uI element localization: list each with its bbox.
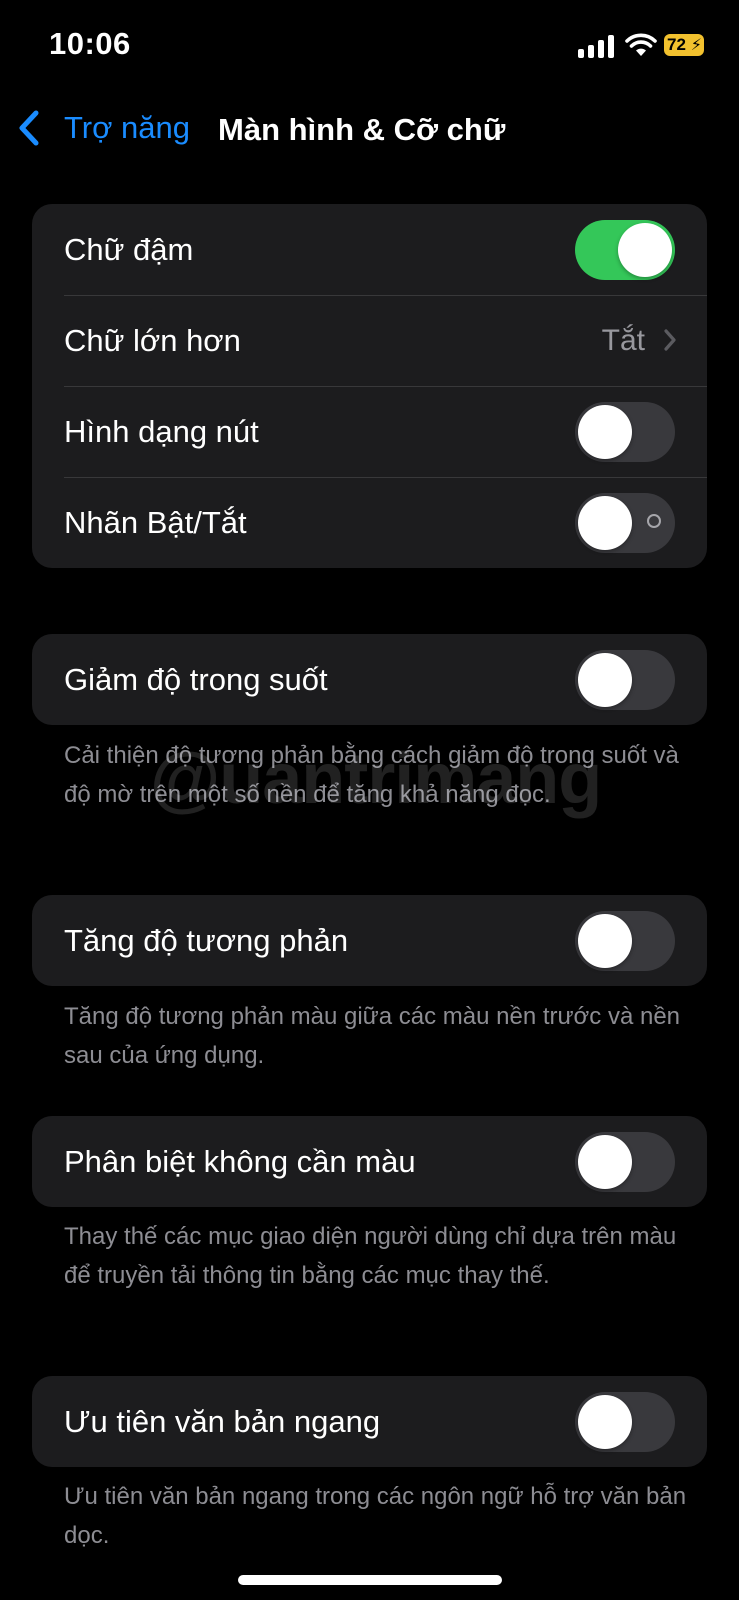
larger-text-label: Chữ lớn hơn (64, 322, 241, 358)
increase-contrast-label: Tăng độ tương phản (64, 922, 349, 958)
charging-bolt-icon: ⚡ (690, 37, 702, 54)
toggle-knob (578, 405, 632, 459)
off-label-ring-icon (647, 514, 661, 528)
toggle-knob (578, 1395, 632, 1449)
differentiate-without-color-toggle[interactable] (575, 1132, 675, 1192)
increase-contrast-group: Tăng độ tương phản (32, 895, 707, 986)
back-button[interactable]: Trợ năng (16, 108, 190, 148)
status-bar: 10:06 72 ⚡ (0, 0, 739, 90)
watermark-logo: @uantrimang (150, 739, 602, 819)
row-on-off-labels: Nhãn Bật/Tắt (32, 477, 707, 568)
prefer-horizontal-text-toggle[interactable] (575, 1392, 675, 1452)
button-shapes-toggle[interactable] (575, 402, 675, 462)
row-prefer-horizontal-text: Ưu tiên văn bản ngang (32, 1376, 707, 1467)
differentiate-without-color-label: Phân biệt không cần màu (64, 1143, 416, 1179)
on-off-labels-toggle[interactable] (575, 493, 675, 553)
row-bold-text: Chữ đậm (32, 204, 707, 295)
differentiate-without-color-group: Phân biệt không cần màu (32, 1116, 707, 1207)
reduce-transparency-group: Giảm độ trong suốt (32, 634, 707, 725)
bold-text-label: Chữ đậm (64, 231, 194, 267)
battery-level: 72 (667, 35, 686, 54)
row-button-shapes: Hình dạng nút (32, 386, 707, 477)
chevron-right-icon (664, 329, 676, 351)
toggle-knob (578, 496, 632, 550)
increase-contrast-footnote: Tăng độ tương phản màu giữa các màu nền … (64, 1003, 681, 1069)
row-reduce-transparency: Giảm độ trong suốt (32, 634, 707, 725)
prefer-horizontal-text-footnote: Ưu tiên văn bản ngang trong các ngôn ngữ… (64, 1483, 687, 1549)
increase-contrast-toggle[interactable] (575, 911, 675, 971)
row-increase-contrast: Tăng độ tương phản (32, 895, 707, 986)
row-larger-text[interactable]: Chữ lớn hơn Tắt (32, 295, 707, 386)
row-differentiate-without-color: Phân biệt không cần màu (32, 1116, 707, 1207)
text-settings-group: Chữ đậm Chữ lớn hơn Tắt Hình dạng nút Nh… (32, 204, 707, 568)
navigation-bar: Trợ năng Màn hình & Cỡ chữ (0, 100, 739, 160)
differentiate-without-color-footnote: Thay thế các mục giao diện người dùng ch… (64, 1223, 677, 1289)
cellular-signal-icon (578, 34, 616, 58)
toggle-knob (578, 1135, 632, 1189)
toggle-knob (578, 914, 632, 968)
reduce-transparency-toggle[interactable] (575, 650, 675, 710)
battery-icon: 72 ⚡ (664, 34, 704, 56)
toggle-knob (618, 223, 672, 277)
on-off-labels-label: Nhãn Bật/Tắt (64, 504, 247, 540)
toggle-knob (578, 653, 632, 707)
prefer-horizontal-text-label: Ưu tiên văn bản ngang (64, 1403, 381, 1439)
back-button-label: Trợ năng (64, 110, 191, 145)
bold-text-toggle[interactable] (575, 220, 675, 280)
wifi-icon (625, 33, 657, 56)
button-shapes-label: Hình dạng nút (64, 413, 259, 449)
chevron-left-icon (19, 110, 39, 146)
prefer-horizontal-text-group: Ưu tiên văn bản ngang (32, 1376, 707, 1467)
home-indicator[interactable] (238, 1575, 502, 1585)
reduce-transparency-label: Giảm độ trong suốt (64, 661, 328, 697)
status-time: 10:06 (49, 26, 131, 61)
larger-text-value: Tắt (601, 323, 645, 357)
page-title: Màn hình & Cỡ chữ (218, 112, 506, 147)
